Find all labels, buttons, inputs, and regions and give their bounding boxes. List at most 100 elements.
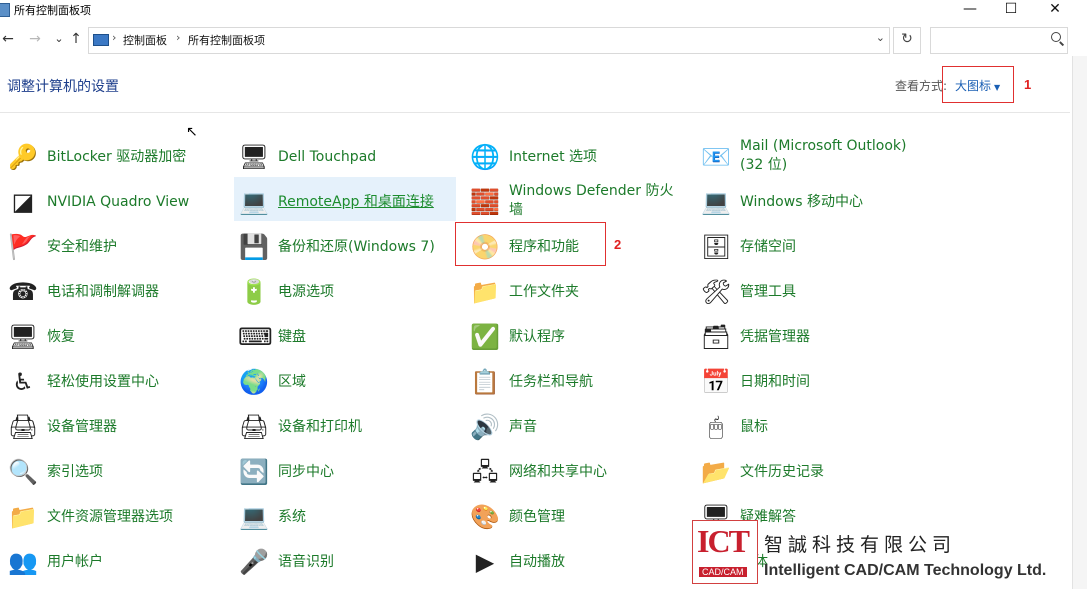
- item-icon: 💻: [239, 503, 269, 531]
- control-panel-item[interactable]: 🔊 声音: [469, 407, 684, 447]
- item-label: 网络和共享中心: [509, 464, 607, 480]
- item-label: Mail (Microsoft Outlook) (32 位): [740, 138, 907, 173]
- breadcrumb-control-panel[interactable]: 控制面板: [123, 32, 167, 48]
- item-icon: ◪: [11, 188, 35, 216]
- company-name-chinese: 智誠科技有限公司: [764, 534, 957, 556]
- control-panel-item[interactable]: 🚩 安全和维护: [7, 227, 222, 267]
- control-panel-item[interactable]: 📁 工作文件夹: [469, 272, 684, 312]
- control-panel-item[interactable]: 🌐 Internet 选项: [469, 137, 684, 177]
- control-panel-item[interactable]: 📋 任务栏和导航: [469, 362, 684, 402]
- breadcrumb-all-items[interactable]: 所有控制面板项: [188, 32, 265, 48]
- company-watermark: ICT CAD/CAM 智誠科技有限公司 Intelligent CAD/CAM…: [692, 520, 1087, 589]
- item-label: 区域: [278, 374, 306, 390]
- control-panel-item[interactable]: 🎨 颜色管理: [469, 497, 684, 537]
- control-panel-item[interactable]: ♿ 轻松使用设置中心: [7, 362, 222, 402]
- control-panel-item[interactable]: 💻 系统: [238, 497, 453, 537]
- item-icon: 🔋: [239, 278, 269, 306]
- maximize-button[interactable]: ☐: [989, 0, 1033, 20]
- control-panel-item[interactable]: 🖧 网络和共享中心: [469, 452, 684, 492]
- control-panel-item[interactable]: ◪ NVIDIA Quadro View: [7, 182, 222, 222]
- control-panel-item[interactable]: 📅 日期和时间: [700, 362, 915, 402]
- control-panel-item[interactable]: 🖨 设备和打印机: [238, 407, 453, 447]
- control-panel-item[interactable]: 🌍 区域: [238, 362, 453, 402]
- address-bar[interactable]: › 控制面板 › 所有控制面板项 ⌄: [88, 27, 890, 54]
- item-label: NVIDIA Quadro View: [47, 194, 190, 210]
- annotation-number: 2: [614, 237, 622, 252]
- recent-locations-button[interactable]: ⌄: [51, 30, 67, 48]
- item-label: 备份和还原(Windows 7): [278, 239, 435, 255]
- item-icon: 💻: [701, 188, 731, 216]
- close-button[interactable]: ✕: [1033, 0, 1077, 20]
- item-icon: 🧱: [470, 188, 500, 216]
- control-panel-item[interactable]: 📁 文件资源管理器选项: [7, 497, 222, 537]
- control-panel-item[interactable]: 🔍 索引选项: [7, 452, 222, 492]
- item-icon: 👥: [8, 548, 38, 576]
- control-panel-item[interactable]: 🖱 鼠标: [700, 407, 915, 447]
- item-icon: 🖥: [7, 323, 39, 351]
- item-label: 设备管理器: [47, 419, 117, 435]
- control-panel-item[interactable]: 🎤 语音识别: [238, 542, 453, 582]
- title-bar: 所有控制面板项 — ☐ ✕: [0, 0, 1087, 22]
- item-icon: 🗃: [700, 323, 732, 351]
- item-label: 管理工具: [740, 284, 796, 300]
- item-icon: 🛠: [700, 278, 732, 306]
- control-panel-item[interactable]: 👥 用户帐户: [7, 542, 222, 582]
- back-button[interactable]: ←: [0, 30, 16, 48]
- item-label: 设备和打印机: [278, 419, 362, 435]
- control-panel-item[interactable]: ▶ 自动播放: [469, 542, 684, 582]
- control-panel-item[interactable]: 🖥 Dell Touchpad: [238, 137, 453, 177]
- mouse-cursor-icon: ↖: [186, 124, 198, 140]
- annotation-number: 1: [1024, 77, 1032, 92]
- search-icon[interactable]: [1051, 32, 1061, 42]
- item-label: 声音: [509, 419, 537, 435]
- annotation-box: [455, 222, 606, 266]
- minimize-button[interactable]: —: [948, 0, 992, 20]
- control-panel-item[interactable]: 🖨 设备管理器: [7, 407, 222, 447]
- search-input[interactable]: [930, 27, 1068, 54]
- item-label: 同步中心: [278, 464, 334, 480]
- control-panel-item[interactable]: ⌨ 键盘: [238, 317, 453, 357]
- control-panel-item[interactable]: 🔄 同步中心: [238, 452, 453, 492]
- item-icon: 🔄: [239, 458, 269, 486]
- control-panel-item[interactable]: 💻 Windows 移动中心: [700, 182, 915, 222]
- item-icon: 🖥: [238, 143, 270, 171]
- control-panel-item[interactable]: 🗃 凭据管理器: [700, 317, 915, 357]
- item-label: 轻松使用设置中心: [47, 374, 159, 390]
- item-icon: 🎨: [470, 503, 500, 531]
- item-icon: 🚩: [8, 233, 38, 261]
- page-title: 调整计算机的设置: [7, 79, 119, 95]
- control-panel-item[interactable]: 🔑 BitLocker 驱动器加密: [7, 137, 222, 177]
- control-panel-item[interactable]: ✅ 默认程序: [469, 317, 684, 357]
- up-button[interactable]: ↑: [68, 30, 84, 48]
- item-icon: 📁: [470, 278, 500, 306]
- item-label: RemoteApp 和桌面连接: [278, 194, 434, 210]
- header-divider: [0, 112, 1070, 113]
- control-panel-item[interactable]: ☎ 电话和调制解调器: [7, 272, 222, 312]
- item-icon: 🔊: [470, 413, 500, 441]
- item-label: 用户帐户: [47, 554, 103, 570]
- refresh-button[interactable]: ↻: [893, 27, 921, 54]
- item-icon: 🖨: [238, 413, 270, 441]
- item-label: Internet 选项: [509, 149, 598, 165]
- item-icon: 🔍: [8, 458, 38, 486]
- logo-text: ICT: [697, 523, 750, 559]
- item-icon: 🖱: [708, 413, 724, 441]
- control-panel-item[interactable]: 🖥 恢复: [7, 317, 222, 357]
- control-panel-item[interactable]: 📂 文件历史记录: [700, 452, 915, 492]
- item-label: 电话和调制解调器: [47, 284, 159, 300]
- control-panel-icon: [0, 3, 10, 17]
- item-label: 系统: [278, 509, 306, 525]
- item-icon: 📋: [470, 368, 500, 396]
- side-panel-edge: [1072, 56, 1087, 589]
- item-icon: ✅: [470, 323, 500, 351]
- control-panel-item[interactable]: 🗄 存储空间: [700, 227, 915, 267]
- address-dropdown-button[interactable]: ⌄: [876, 31, 885, 44]
- forward-button[interactable]: →: [27, 30, 43, 48]
- control-panel-item[interactable]: 💻 RemoteApp 和桌面连接: [234, 177, 456, 221]
- control-panel-item[interactable]: 💾 备份和还原(Windows 7): [238, 227, 453, 267]
- control-panel-item[interactable]: 📧 Mail (Microsoft Outlook) (32 位): [700, 137, 915, 177]
- control-panel-item[interactable]: 🧱 Windows Defender 防火墙: [469, 182, 684, 222]
- control-panel-item[interactable]: 🛠 管理工具: [700, 272, 915, 312]
- control-panel-item[interactable]: 🔋 电源选项: [238, 272, 453, 312]
- item-label: 存储空间: [740, 239, 796, 255]
